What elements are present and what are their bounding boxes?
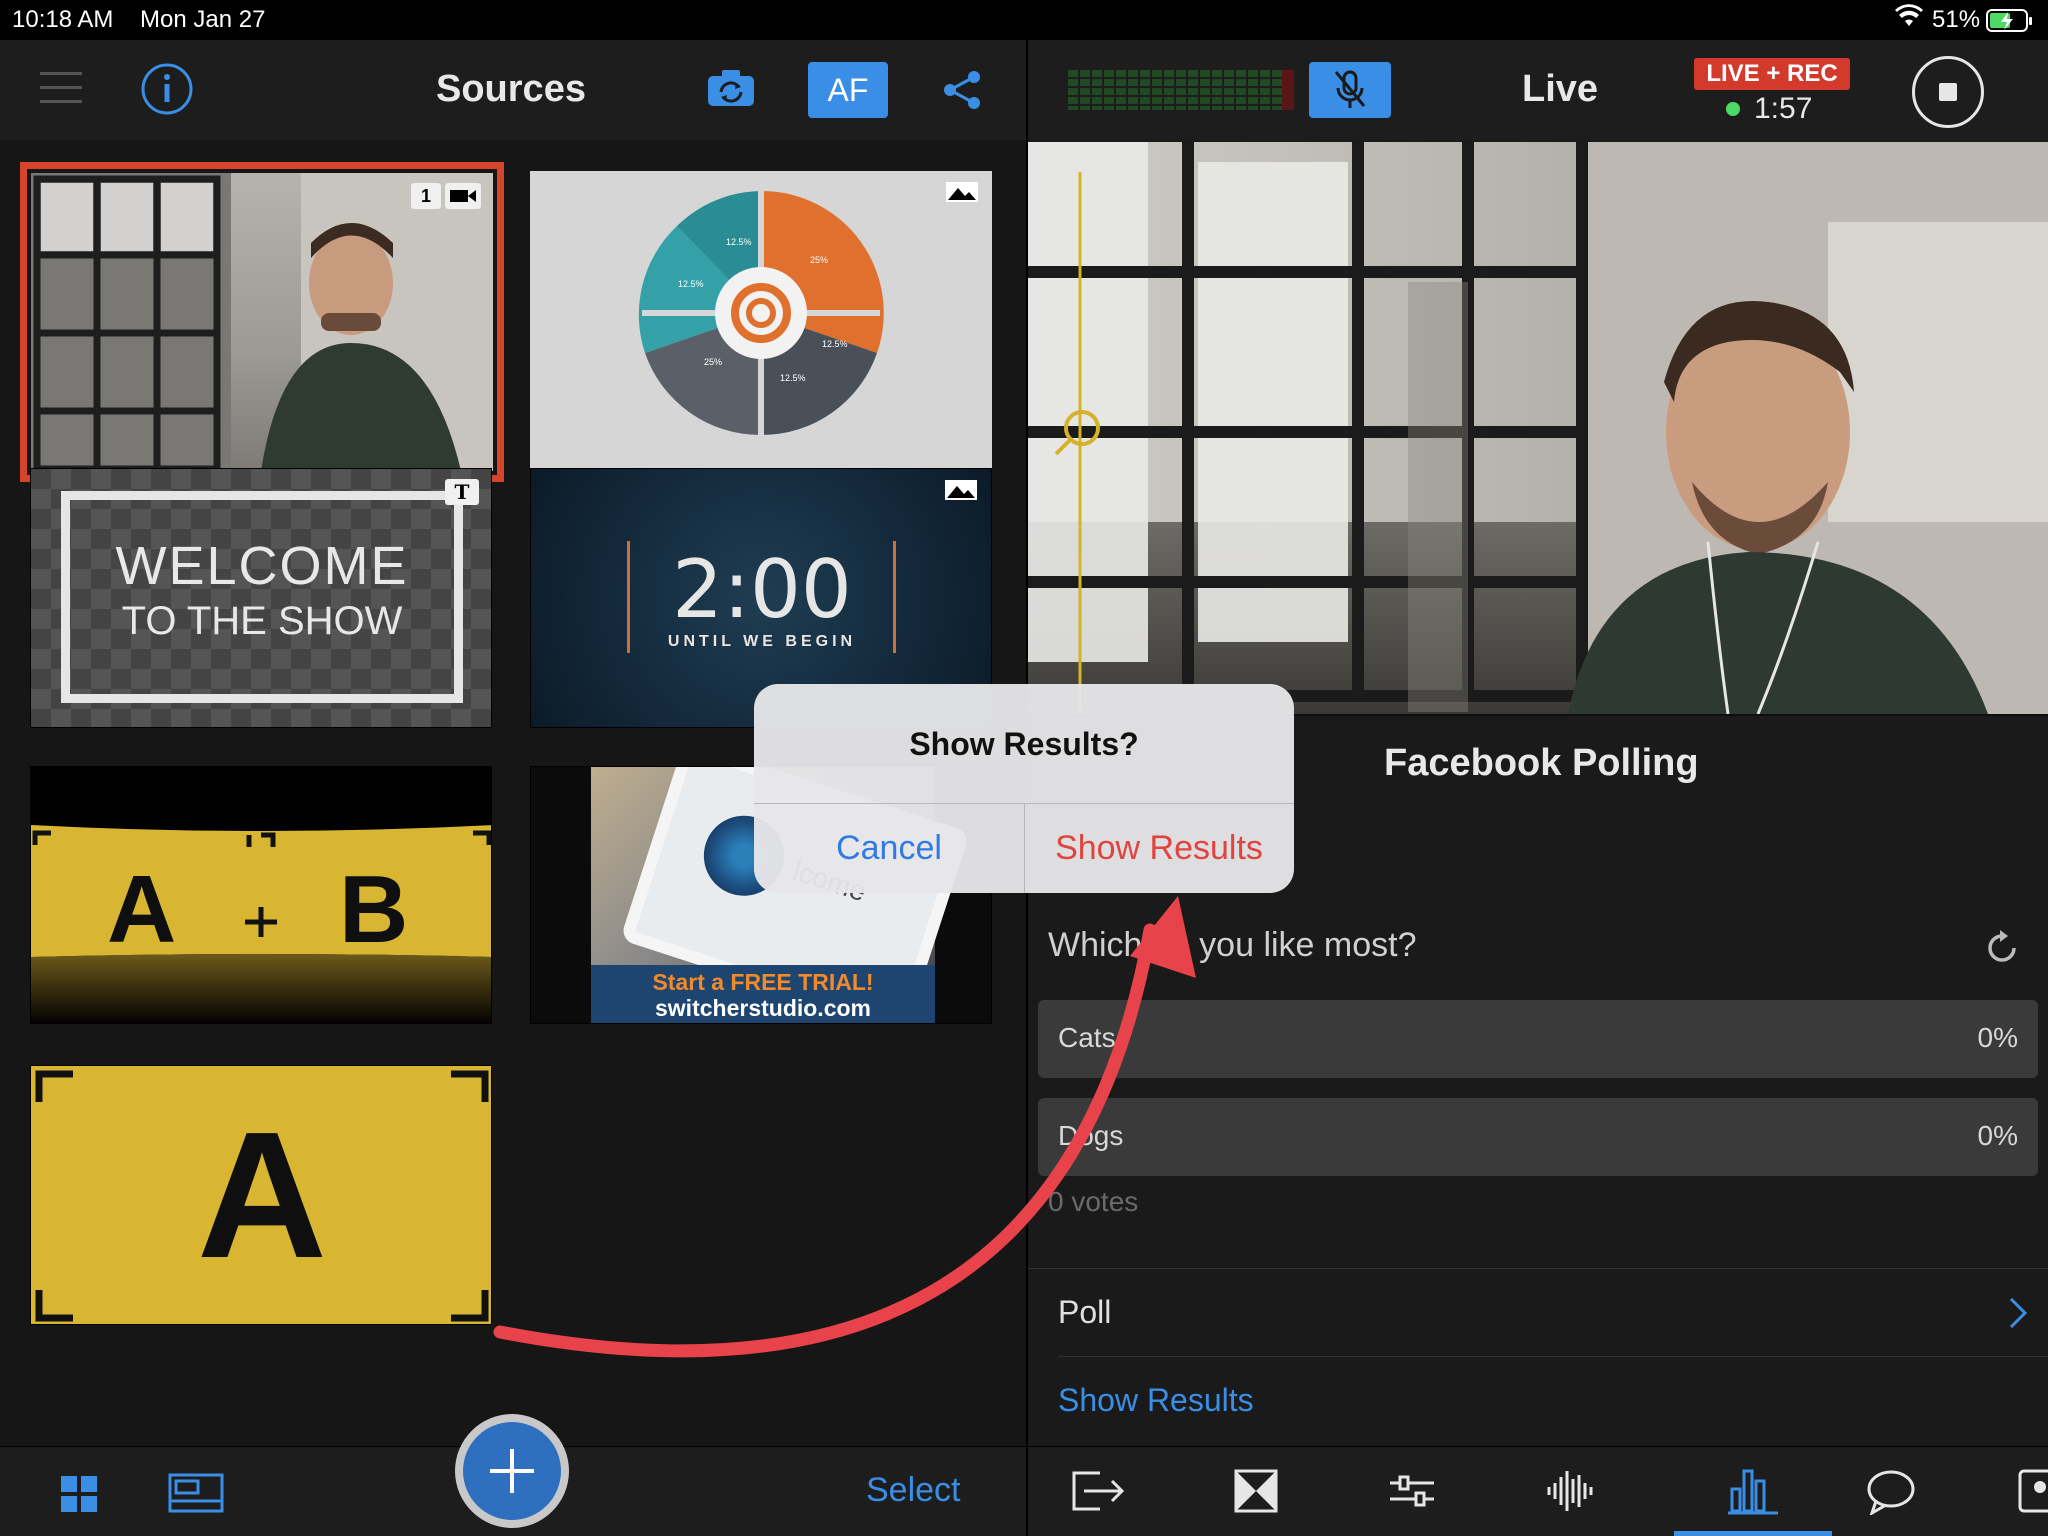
pie-label: 25% xyxy=(810,255,829,265)
battery-percent: 51% xyxy=(1932,6,1981,33)
poll-question: Which do you like most? xyxy=(1048,926,1417,964)
status-bar: 10:18 AM Mon Jan 27 51% xyxy=(0,0,2048,40)
pie-graphic xyxy=(638,190,884,436)
text-title-icon: T xyxy=(445,479,479,505)
poll-option-dogs: Dogs 0% xyxy=(1038,1098,2038,1176)
section-title: Facebook Polling xyxy=(1384,742,1699,784)
live-title: Live xyxy=(1522,68,1599,110)
audio-level-meter xyxy=(1068,70,1294,115)
poll-option-percent: 0% xyxy=(1977,1022,2018,1053)
dialog-show-results-button[interactable]: Show Results xyxy=(1024,804,1294,893)
source-tile-big-a[interactable]: A xyxy=(30,1065,492,1325)
welcome-line1: WELCOME xyxy=(115,536,409,596)
poll-row-label: Poll xyxy=(1058,1294,1112,1330)
comment-icon[interactable] xyxy=(1866,1469,1916,1520)
source-tile-welcome[interactable]: WELCOME TO THE SHOW T xyxy=(30,468,492,728)
refresh-icon[interactable] xyxy=(1984,928,2020,971)
menu-icon[interactable] xyxy=(40,70,82,111)
promo-banner: Start a FREE TRIAL! switcherstudio.com xyxy=(591,965,935,1023)
bar-chart-icon xyxy=(1728,1467,1778,1520)
image-icon xyxy=(944,181,980,207)
votes-count: 0 votes xyxy=(1048,1186,1139,1217)
poll-row[interactable]: Poll xyxy=(1028,1270,2048,1356)
poll-option-label: Cats xyxy=(1058,1022,1116,1053)
status-date: Mon Jan 27 xyxy=(140,6,266,33)
chevron-right-icon xyxy=(2008,1296,2028,1335)
countdown-time: 2:00 xyxy=(672,543,852,636)
output-icon[interactable] xyxy=(1070,1471,1126,1516)
live-indicator-dot xyxy=(1726,102,1740,116)
live-preview[interactable] xyxy=(1028,142,2048,714)
switch-camera-icon[interactable] xyxy=(706,68,756,113)
show-results-link[interactable]: Show Results xyxy=(1058,1382,1254,1419)
ab-right-label: B xyxy=(339,856,409,963)
sources-header: Sources AF xyxy=(0,40,1026,140)
live-bottom-bar xyxy=(1028,1446,2048,1536)
transition-icon[interactable] xyxy=(1234,1469,1278,1518)
pie-label: 12.5% xyxy=(678,279,704,289)
grid-view-icon[interactable] xyxy=(60,1475,98,1518)
promo-text: Start a FREE TRIAL! xyxy=(652,969,874,995)
big-a-label: A xyxy=(197,1095,327,1296)
dialog-cancel-button[interactable]: Cancel xyxy=(754,804,1024,893)
tab-polling[interactable] xyxy=(1674,1447,1832,1536)
status-time: 10:18 AM xyxy=(12,6,114,33)
camera-number-badge: 1 xyxy=(411,183,441,209)
audio-waveform-icon[interactable] xyxy=(1546,1469,1596,1518)
live-header: Live LIVE + REC 1:57 xyxy=(1028,40,2048,140)
layout-view-icon[interactable] xyxy=(168,1473,224,1518)
stop-icon xyxy=(1939,83,1957,101)
info-icon[interactable] xyxy=(140,62,194,121)
mic-off-icon xyxy=(1333,70,1367,115)
plus-icon xyxy=(488,1447,536,1500)
pie-label: 12.5% xyxy=(726,237,752,247)
source-tile-ab-split[interactable]: A B xyxy=(30,766,492,1024)
pie-label: 12.5% xyxy=(822,339,848,349)
poll-option-percent: 0% xyxy=(1977,1120,2018,1151)
countdown-subtitle: UNTIL WE BEGIN xyxy=(667,633,857,650)
image-icon xyxy=(943,479,979,505)
pie-label: 12.5% xyxy=(780,373,806,383)
autofocus-button[interactable]: AF xyxy=(808,62,888,118)
more-tab-icon[interactable] xyxy=(2018,1469,2048,1520)
select-button[interactable]: Select xyxy=(866,1471,961,1510)
live-timer: 1:57 xyxy=(1754,92,1813,125)
welcome-line2: TO THE SHOW xyxy=(121,599,403,643)
poll-option-label: Dogs xyxy=(1058,1120,1124,1151)
battery-icon xyxy=(1986,9,2034,40)
promo-url: switcherstudio.com xyxy=(655,995,871,1021)
source-tile-camera[interactable]: 1 xyxy=(20,162,504,482)
sources-title: Sources xyxy=(436,68,586,110)
source-tile-infographic[interactable]: 12.5% 25% 12.5% 12.5% 25% 12.5% xyxy=(530,171,992,469)
stop-button[interactable] xyxy=(1912,56,1984,128)
live-rec-badge: LIVE + REC xyxy=(1694,58,1850,90)
camera-thumbnail: 1 xyxy=(31,173,493,471)
video-camera-icon xyxy=(445,183,481,209)
adjustments-icon[interactable] xyxy=(1390,1471,1434,1516)
show-results-dialog: Show Results? Cancel Show Results xyxy=(754,684,1294,893)
welcome-frame xyxy=(61,491,463,703)
ab-left-label: A xyxy=(107,856,177,963)
pie-label: 25% xyxy=(704,357,723,367)
dialog-title: Show Results? xyxy=(909,726,1139,762)
poll-option-cats: Cats 0% xyxy=(1038,1000,2038,1078)
mute-mic-button[interactable] xyxy=(1309,62,1391,118)
wifi-icon xyxy=(1894,4,1924,35)
share-icon[interactable] xyxy=(942,70,982,115)
add-source-button[interactable] xyxy=(455,1414,569,1528)
